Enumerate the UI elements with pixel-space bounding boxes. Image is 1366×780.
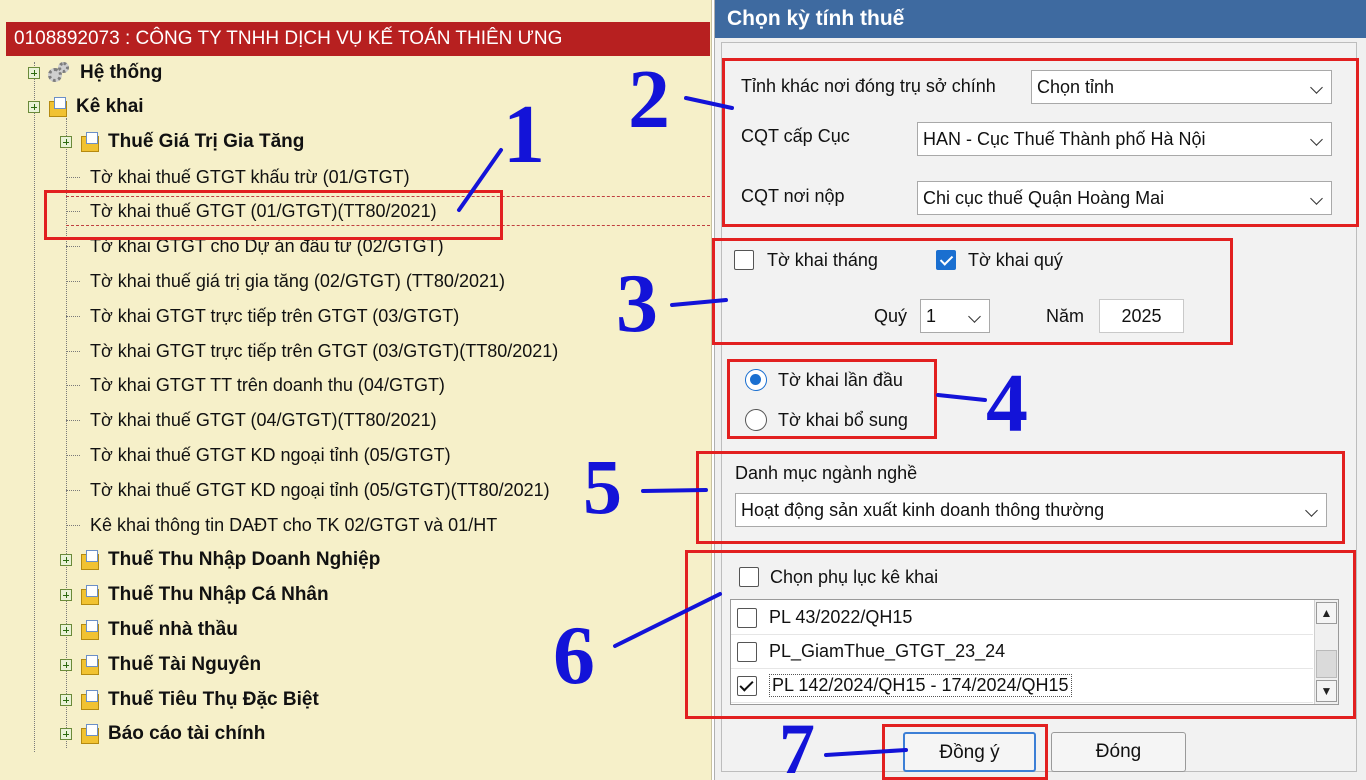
tree-connector <box>66 384 80 386</box>
highlight-box-5 <box>696 451 1345 544</box>
tree-connector <box>66 524 80 526</box>
tree-leaf[interactable]: Tờ khai GTGT trực tiếp trên GTGT (03/GTG… <box>66 336 558 366</box>
tree-leaf-label: Tờ khai thuế giá trị gia tăng (02/GTGT) … <box>90 270 505 291</box>
tree-node-label: Kê khai <box>76 96 144 117</box>
tree-leaf[interactable]: Tờ khai thuế giá trị gia tăng (02/GTGT) … <box>66 266 505 296</box>
folder-icon <box>78 549 100 571</box>
tree-leaf[interactable]: Tờ khai thuế GTGT (04/GTGT)(TT80/2021) <box>66 405 437 435</box>
expand-icon[interactable] <box>60 728 72 740</box>
folder-icon <box>78 689 100 711</box>
highlight-box-4 <box>727 359 937 439</box>
gears-icon <box>46 61 72 85</box>
expand-icon[interactable] <box>28 67 40 79</box>
annotation-number-4: 4 <box>986 357 1028 450</box>
tree-node-ke-khai[interactable]: Kê khai <box>28 92 144 122</box>
tree-node-label: Thuế Tiêu Thụ Đặc Biệt <box>108 689 319 710</box>
tree-leaf[interactable]: Tờ khai GTGT trực tiếp trên GTGT (03/GTG… <box>66 301 459 331</box>
tree-connector <box>66 176 80 178</box>
highlight-box-1 <box>44 190 503 240</box>
tree-leaf-label: Tờ khai GTGT TT trên doanh thu (04/GTGT) <box>90 374 445 395</box>
tree-node-tai-nguyen[interactable]: Thuế Tài Nguyên <box>60 650 261 680</box>
tree-node-tndn[interactable]: Thuế Thu Nhập Doanh Nghiệp <box>60 545 380 575</box>
tree-connector <box>66 350 80 352</box>
expand-icon[interactable] <box>60 694 72 706</box>
folder-icon <box>78 584 100 606</box>
expand-icon[interactable] <box>60 624 72 636</box>
company-bar: 0108892073 : CÔNG TY TNHH DỊCH VỤ KẾ TOÁ… <box>6 22 710 56</box>
tree-node-label: Thuế Thu Nhập Doanh Nghiệp <box>108 549 381 570</box>
annotation-number-3: 3 <box>616 257 658 350</box>
tree-leaf[interactable]: Kê khai thông tin DAĐT cho TK 02/GTGT và… <box>66 510 497 540</box>
tree-node-label: Báo cáo tài chính <box>108 723 266 744</box>
tree-panel: 0108892073 : CÔNG TY TNHH DỊCH VỤ KẾ TOÁ… <box>0 0 712 780</box>
tree-node-nha-thau[interactable]: Thuế nhà thầu <box>60 615 238 645</box>
highlight-box-7 <box>882 724 1048 780</box>
expand-icon[interactable] <box>60 659 72 671</box>
tree-connector <box>66 419 80 421</box>
tree-node-label: Hệ thống <box>80 62 163 83</box>
expand-icon[interactable] <box>60 589 72 601</box>
tree-guide-line <box>34 62 35 752</box>
highlight-box-6 <box>685 550 1356 719</box>
annotation-number-6: 6 <box>553 609 595 702</box>
folder-icon <box>78 654 100 676</box>
expand-icon[interactable] <box>60 136 72 148</box>
folder-icon <box>46 96 68 118</box>
tree-leaf-label: Tờ khai thuế GTGT KD ngoại tỉnh (05/GTGT… <box>90 444 451 465</box>
tree-node-he-thong[interactable]: Hệ thống <box>28 58 162 88</box>
tree-leaf-label: Tờ khai GTGT trực tiếp trên GTGT (03/GTG… <box>90 340 559 361</box>
tree-node-ttdb[interactable]: Thuế Tiêu Thụ Đặc Biệt <box>60 685 319 715</box>
tree-node-tncn[interactable]: Thuế Thu Nhập Cá Nhân <box>60 580 329 610</box>
tree-leaf-label: Tờ khai GTGT trực tiếp trên GTGT (03/GTG… <box>90 305 460 326</box>
highlight-box-2 <box>722 58 1359 227</box>
annotation-number-2: 2 <box>628 53 670 146</box>
annotation-number-1: 1 <box>503 88 545 181</box>
annotation-number-5: 5 <box>583 443 622 530</box>
dialog-title: Chọn kỳ tính thuế <box>715 0 1366 38</box>
tree-node-gtgt[interactable]: Thuế Giá Trị Gia Tăng <box>60 127 304 157</box>
tree-leaf[interactable]: Tờ khai thuế GTGT KD ngoại tỉnh (05/GTGT… <box>66 475 550 505</box>
annotation-number-7: 7 <box>779 709 815 780</box>
tree-leaf[interactable]: Tờ khai thuế GTGT KD ngoại tỉnh (05/GTGT… <box>66 440 451 470</box>
tree-leaf-label: Tờ khai thuế GTGT khấu trừ (01/GTGT) <box>90 166 410 187</box>
screenshot: 0108892073 : CÔNG TY TNHH DỊCH VỤ KẾ TOÁ… <box>0 0 1366 780</box>
tree-node-label: Thuế Thu Nhập Cá Nhân <box>108 584 329 605</box>
tree-connector <box>66 454 80 456</box>
folder-icon <box>78 723 100 745</box>
close-button[interactable]: Đóng <box>1051 732 1186 772</box>
expand-icon[interactable] <box>60 554 72 566</box>
tree-leaf-label: Tờ khai thuế GTGT (04/GTGT)(TT80/2021) <box>90 409 437 430</box>
tree-node-label: Thuế Giá Trị Gia Tăng <box>108 131 305 152</box>
tree-leaf[interactable]: Tờ khai GTGT TT trên doanh thu (04/GTGT) <box>66 370 445 400</box>
folder-icon <box>78 131 100 153</box>
tree-leaf[interactable]: Tờ khai thuế GTGT khấu trừ (01/GTGT) <box>66 162 410 192</box>
folder-icon <box>78 619 100 641</box>
highlight-box-3 <box>712 238 1233 345</box>
tree-node-bctc[interactable]: Báo cáo tài chính <box>60 719 265 749</box>
expand-icon[interactable] <box>28 101 40 113</box>
tree-connector <box>66 245 80 247</box>
tree-connector <box>66 489 80 491</box>
tree-leaf-label: Kê khai thông tin DAĐT cho TK 02/GTGT và… <box>90 514 498 535</box>
tree-node-label: Thuế nhà thầu <box>108 619 238 640</box>
tree-leaf-label: Tờ khai thuế GTGT KD ngoại tỉnh (05/GTGT… <box>90 479 550 500</box>
tree-connector <box>66 280 80 282</box>
tree-node-label: Thuế Tài Nguyên <box>108 654 262 675</box>
tree-connector <box>66 315 80 317</box>
